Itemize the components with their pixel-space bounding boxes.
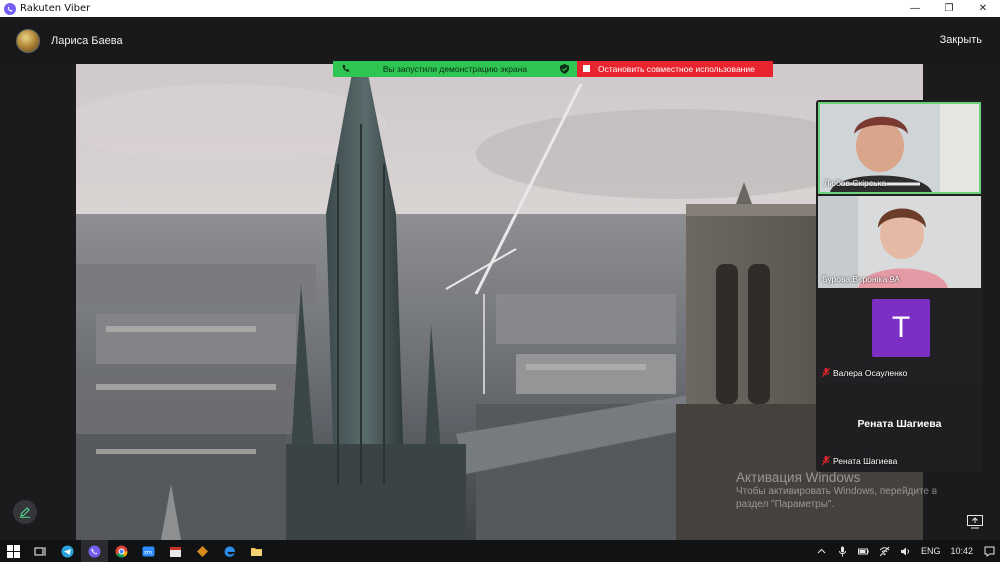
taskbar-chrome[interactable] [108,540,135,562]
viber-icon [88,545,101,557]
viber-logo-icon [4,2,16,15]
notification-icon [984,546,994,557]
participant-tile[interactable]: Рената Шагиева Рената Шагиева [818,384,981,470]
watermark-line-1: Чтобы активировать Windows, перейдите в [736,486,938,497]
minimize-button[interactable]: — [898,0,932,17]
wifi-icon [879,546,890,556]
system-tray: ENG 10:42 [811,540,1000,562]
watermark-line-2: раздел "Параметры". [736,499,835,510]
participant-name-row: Рената Шагиева [822,456,897,466]
svg-text:zm: zm [144,550,152,556]
participant-name: Рената Шагиева [833,456,898,466]
task-view-icon [34,546,46,556]
participant-tile[interactable]: Бурова Вєроніка 9А [818,196,981,288]
taskbar-viber[interactable] [81,540,108,562]
draw-button[interactable] [13,500,37,524]
taskbar-calendar-app[interactable] [162,540,189,562]
speaker-icon [900,547,910,555]
screen-share-status-banner: Вы запустили демонстрацию экрана [333,61,577,77]
screen-share-icon[interactable] [967,515,983,529]
window-titlebar: Rakuten Viber — ❐ ✕ [0,0,1000,17]
close-call-button[interactable]: Закрыть [940,34,982,46]
participants-panel: Любов Скірська Бурова Вєроніка 9А T Вале… [816,100,983,472]
zoom-icon: zm [142,546,155,556]
language-indicator[interactable]: ENG [921,546,941,556]
watermark-title: Активация Windows [736,470,861,485]
participant-tile[interactable]: Любов Скірська [818,102,981,194]
close-window-button[interactable]: ✕ [966,0,1000,17]
call-header: Лариса Баева Закрыть [0,17,1000,64]
participant-tile[interactable]: T Валера Осауленко [818,290,981,382]
calendar-app-icon [170,546,181,557]
tray-microphone[interactable] [837,546,848,557]
shared-screen-view [76,64,923,540]
caller-name: Лариса Баева [51,34,123,47]
participant-name-row: Валера Осауленко [822,368,907,378]
edge-icon [224,546,235,557]
taskbar-edge[interactable] [216,540,243,562]
stop-sharing-label: Остановить совместное использование [598,64,755,74]
caller-avatar [16,28,40,53]
chevron-up-icon [817,548,826,553]
participant-center-name: Рената Шагиева [857,418,942,430]
taskbar-zoom[interactable]: zm [135,540,162,562]
microphone-icon [838,546,846,556]
paris-aerial-image [76,64,923,540]
mic-off-icon [822,456,830,465]
windows-activation-watermark: Активация Windows Чтобы активировать Win… [736,470,966,511]
phone-icon [342,64,350,72]
shield-check-icon [560,64,569,74]
tray-battery[interactable] [857,546,869,557]
task-view-button[interactable] [27,540,54,562]
tray-volume[interactable] [900,546,911,557]
windows-taskbar: zm ENG 10:42 [0,540,1000,562]
file-explorer-icon [251,547,262,556]
media-app-icon [197,545,208,557]
taskbar-telegram[interactable] [54,540,81,562]
mic-off-icon [822,368,830,377]
pen-icon [20,507,30,518]
participant-name: Валера Осауленко [833,368,908,378]
tray-network[interactable] [879,546,890,557]
participant-name: Любов Скірська [824,178,887,188]
screen-share-status-text: Вы запустили демонстрацию экрана [382,64,528,74]
participant-name: Бурова Вєроніка 9А [822,274,900,284]
chrome-icon [115,545,128,558]
participant-avatar: T [872,299,930,357]
clock[interactable]: 10:42 [950,546,973,556]
window-title: Rakuten Viber [20,3,91,14]
taskbar-media-app[interactable] [189,540,216,562]
tray-overflow-chevron[interactable] [816,546,827,557]
taskbar-file-explorer[interactable] [243,540,270,562]
stop-sharing-button[interactable]: Остановить совместное использование [577,61,773,77]
stop-icon [583,65,590,72]
notifications-button[interactable] [978,546,1000,557]
windows-start-icon [7,544,20,558]
maximize-button[interactable]: ❐ [932,0,966,17]
battery-icon [857,548,869,554]
start-button[interactable] [0,540,27,562]
telegram-icon [61,545,74,557]
